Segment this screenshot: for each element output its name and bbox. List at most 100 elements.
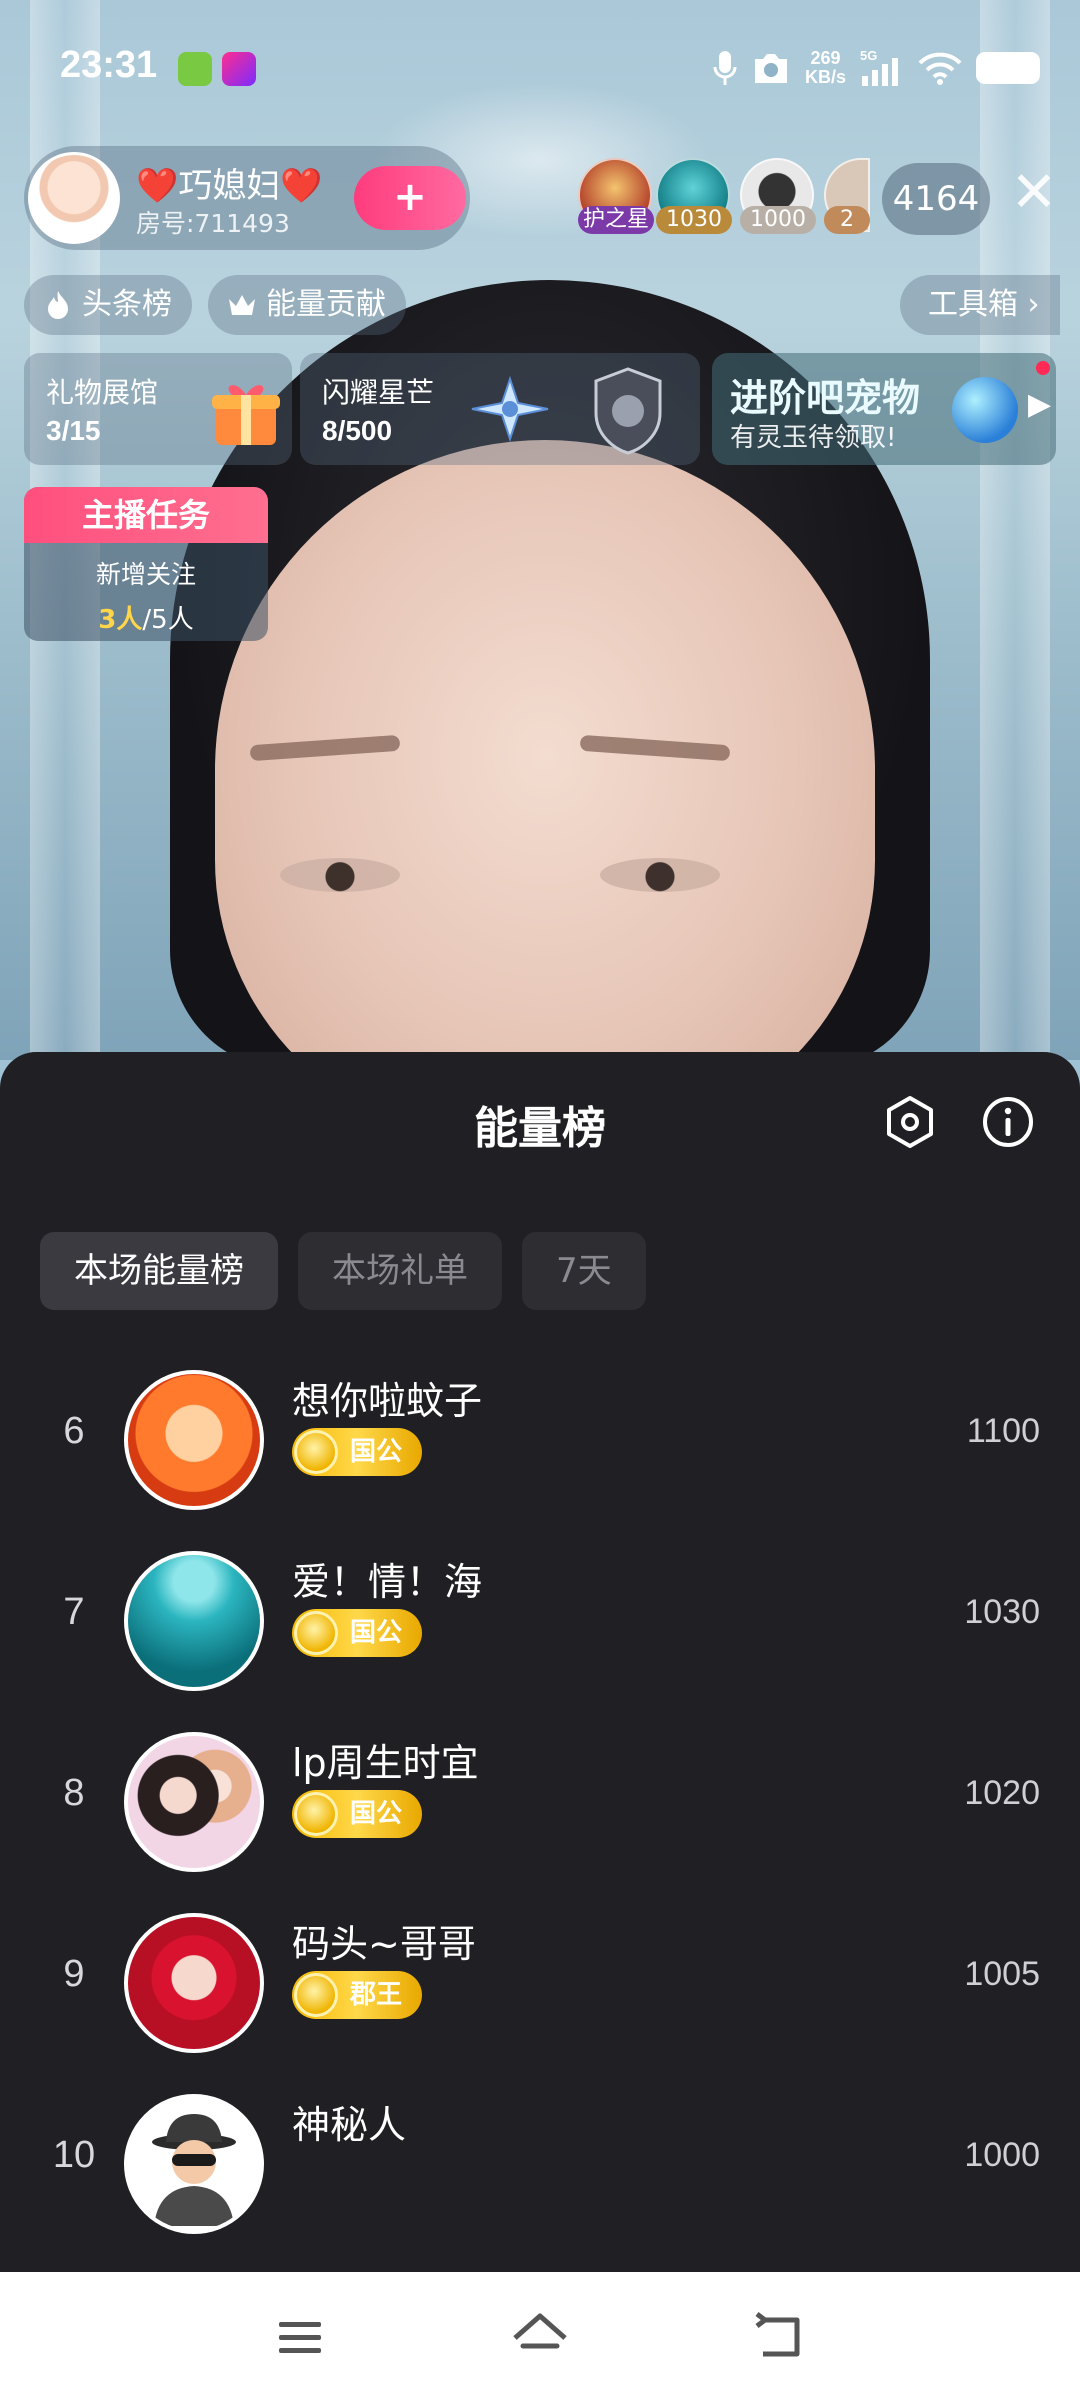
user-name: 码头~哥哥 [292,1922,476,1966]
gift-gallery-title: 礼物展馆 [46,376,159,409]
user-avatar[interactable] [124,1732,264,1872]
close-icon[interactable]: ✕ [1006,165,1062,221]
status-bar: 23:31 269 KB/s 5G [0,0,1080,140]
system-nav-bar [0,2272,1080,2400]
toolbox-button[interactable]: 工具箱 › [900,275,1060,335]
energy-score: 1100 [966,1412,1040,1450]
crown-icon [229,295,255,315]
app-notification-icon [178,52,212,86]
energy-score: 1005 [964,1955,1040,1993]
rank-number: 7 [63,1591,85,1633]
tab-session-energy[interactable]: 本场能量榜 [40,1232,278,1310]
viewer-tag: 1030 [656,206,732,234]
follow-button[interactable]: + [354,166,466,230]
host-task-card[interactable]: 主播任务 新增关注 3人/5人 [24,487,268,641]
back-icon[interactable] [745,2302,815,2372]
live-app-icon [222,52,256,86]
badge-label: 郡王 [350,1980,403,2010]
rank-number: 9 [63,1953,85,1995]
headline-rank-label: 头条榜 [82,287,172,322]
promo-title: 进阶吧宠物 [730,376,921,420]
tab-seven-days[interactable]: 7天 [522,1232,646,1310]
streamer-eye [600,858,720,892]
viewer-tag: 1000 [740,206,816,234]
energy-contribution-pill[interactable]: 能量贡献 [208,275,406,335]
rank-badge: 国公 [292,1790,422,1838]
task-total: /5人 [142,605,194,635]
promo-subtitle: 有灵玉待领取! [730,423,897,453]
rank-row[interactable]: 10 神秘人 1000 [0,2074,1080,2254]
background-pillar [980,0,1050,1060]
camera-icon [754,54,787,83]
user-avatar[interactable] [124,1913,264,2053]
user-name: 想你啦蚊子 [292,1379,483,1423]
home-icon[interactable] [505,2302,575,2372]
rank-number: 6 [63,1410,85,1452]
energy-score: 1030 [964,1593,1040,1631]
streamer-eye [280,858,400,892]
rank-number: 8 [63,1772,85,1814]
clock: 23:31 [60,44,158,86]
info-icon[interactable] [980,1094,1036,1150]
host-card[interactable]: ❤️巧媳妇❤️ 房号:711493 + [24,146,470,250]
menu-icon[interactable] [265,2302,335,2372]
flame-icon [48,291,68,319]
host-avatar[interactable] [28,152,120,244]
settings-hexagon-icon[interactable] [882,1094,938,1150]
headline-rank-pill[interactable]: 头条榜 [24,275,192,335]
host-name: ❤️巧媳妇❤️ [136,166,323,206]
network-speed: 269 KB/s [804,48,846,87]
jade-gem-icon [952,377,1018,443]
cellular-signal-icon: 5G [860,48,898,86]
energy-contribution-label: 能量贡献 [266,287,386,322]
battery-icon [976,52,1040,84]
gift-box-icon [212,385,280,445]
tab-session-gifts[interactable]: 本场礼单 [298,1232,502,1310]
badge-gem-icon [294,1973,338,2017]
rank-row[interactable]: 6 想你啦蚊子 国公 1100 [0,1350,1080,1530]
rank-row[interactable]: 9 码头~哥哥 郡王 1005 [0,1893,1080,2073]
user-name: lp周生时宜 [292,1741,479,1785]
badge-label: 国公 [350,1618,403,1648]
rank-badge: 国公 [292,1609,422,1657]
mystery-user-avatar[interactable] [124,2094,264,2234]
user-avatar[interactable] [124,1551,264,1691]
microphone-icon [713,51,737,85]
wifi-icon [918,52,962,85]
task-header: 主播任务 [24,487,268,543]
rank-badge: 郡王 [292,1971,422,2019]
viewer-tag: 护之星 [578,206,654,234]
rank-tabs: 本场能量榜 本场礼单 7天 [40,1232,646,1310]
badge-gem-icon [294,1430,338,1474]
svg-text:5G: 5G [860,48,877,63]
badge-label: 国公 [350,1799,403,1829]
status-icons: 269 KB/s 5G [713,46,1040,90]
viewer-count[interactable]: 4164 [882,163,990,235]
user-avatar[interactable] [124,1370,264,1510]
rank-row[interactable]: 7 爱！情！海 国公 1030 [0,1531,1080,1711]
rank-row[interactable]: 8 lp周生时宜 国公 1020 [0,1712,1080,1892]
pet-promo-banner[interactable]: 进阶吧宠物 有灵玉待领取! ▶ [712,353,1056,465]
rank-badge: 国公 [292,1428,422,1476]
task-label: 新增关注 [95,560,196,589]
chevron-right-icon: ▶ [1028,387,1052,422]
shining-star-progress: 8/500 [322,415,393,446]
shining-star-card[interactable]: 闪耀星芒 8/500 [300,353,700,465]
task-progress: 3人/5人 [24,599,268,636]
shining-star-title: 闪耀星芒 [322,376,435,409]
badge-gem-icon [294,1611,338,1655]
gift-gallery-progress: 3/15 [46,415,101,446]
notification-dot [1036,361,1050,375]
shield-badge-icon [594,367,662,455]
user-name: 神秘人 [292,2103,407,2147]
energy-score: 1020 [964,1774,1040,1812]
star-emblem-icon [471,375,549,443]
badge-gem-icon [294,1792,338,1836]
viewer-tag: 2 [824,206,870,234]
gift-gallery-card[interactable]: 礼物展馆 3/15 [24,353,292,465]
incognito-icon [152,2114,236,2226]
badge-label: 国公 [350,1437,403,1467]
room-number: 房号:711493 [136,209,290,238]
task-done: 3人 [98,605,143,635]
rank-number: 10 [52,2134,96,2176]
